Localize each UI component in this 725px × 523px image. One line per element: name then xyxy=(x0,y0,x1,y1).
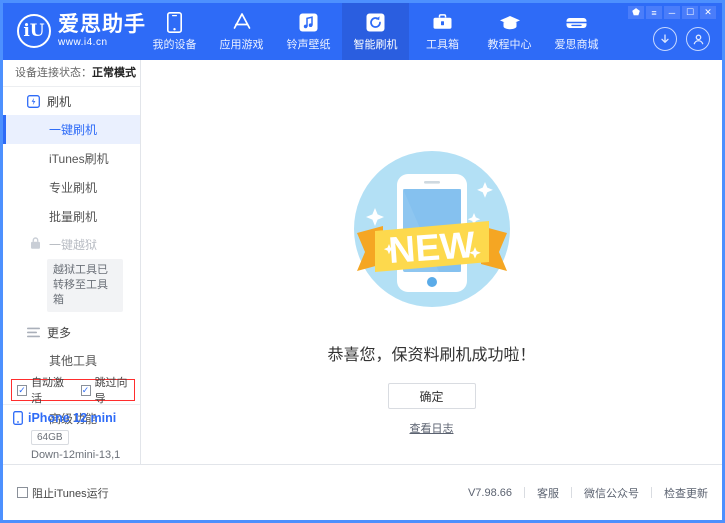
flash-icon xyxy=(27,95,40,108)
window-controls: ⬟ ≡ ─ ☐ ✕ xyxy=(628,6,716,19)
device-name-row: iPhone 12 mini xyxy=(13,411,140,425)
sidebar-item-batch-flash[interactable]: 批量刷机 xyxy=(3,202,140,231)
download-icon[interactable] xyxy=(653,27,677,51)
sidebar-item-pro-flash[interactable]: 专业刷机 xyxy=(3,173,140,202)
lock-icon xyxy=(29,236,42,253)
shop-icon xyxy=(565,11,588,33)
support-link[interactable]: 客服 xyxy=(537,485,559,501)
block-itunes-checkbox[interactable]: 阻止iTunes运行 xyxy=(17,485,109,501)
status-bar-right: V7.98.66 客服 微信公众号 检查更新 xyxy=(468,485,708,501)
check-update-link[interactable]: 检查更新 xyxy=(664,485,708,501)
refresh-icon xyxy=(366,11,385,33)
sidebar-item-other-tools[interactable]: 其他工具 xyxy=(3,346,140,375)
view-log-link[interactable]: 查看日志 xyxy=(410,420,454,436)
divider xyxy=(524,487,525,498)
nav-item-ringtones-wallpaper[interactable]: 铃声壁纸 xyxy=(275,3,342,60)
sidebar-item-label: 其他工具 xyxy=(49,352,97,369)
nav-item-apps-games[interactable]: 应用游戏 xyxy=(208,3,275,60)
ribbon-text: NEW xyxy=(387,224,476,271)
phone-icon xyxy=(167,11,182,33)
music-icon xyxy=(299,11,318,33)
device-name: iPhone 12 mini xyxy=(28,411,116,425)
minimize-button[interactable]: ─ xyxy=(664,6,680,19)
graduation-icon xyxy=(499,11,521,33)
nav-label: 爱思商城 xyxy=(555,36,599,52)
flash-options-highlight: ✓ 自动激活 ✓ 跳过向导 xyxy=(11,379,135,401)
sidebar-item-label: 专业刷机 xyxy=(49,179,97,196)
app-logo: iU 爱思助手 www.i4.cn xyxy=(17,14,146,48)
checkbox-box: ✓ xyxy=(17,385,27,396)
divider xyxy=(651,487,652,498)
version-label: V7.98.66 xyxy=(468,487,512,499)
logo-title: 爱思助手 xyxy=(58,14,146,35)
wechat-link[interactable]: 微信公众号 xyxy=(584,485,639,501)
sidebar-group-label: 更多 xyxy=(47,324,71,341)
logo-subtitle: www.i4.cn xyxy=(58,38,146,48)
checkbox-box xyxy=(17,487,28,498)
nav-label: 教程中心 xyxy=(488,36,532,52)
header-action-icons xyxy=(653,27,710,51)
app-window: iU 爱思助手 www.i4.cn 我的设备 应用游戏 xyxy=(0,0,725,523)
skip-setup-checkbox[interactable]: ✓ 跳过向导 xyxy=(81,374,135,406)
logo-text: 爱思助手 www.i4.cn xyxy=(58,14,146,48)
main-content: NEW 恭喜您，保资料刷机成功啦！ 确定 查看日志 xyxy=(141,60,722,464)
checkbox-label: 跳过向导 xyxy=(95,374,134,406)
sidebar-item-label: 批量刷机 xyxy=(49,208,97,225)
sidebar-item-one-key-flash[interactable]: 一键刷机 xyxy=(3,115,140,144)
phone-icon xyxy=(13,411,23,425)
close-button[interactable]: ✕ xyxy=(700,6,716,19)
nav-label: 铃声壁纸 xyxy=(287,36,331,52)
nav-label: 工具箱 xyxy=(426,36,459,52)
sidebar-item-jailbreak: 一键越狱 xyxy=(3,231,140,257)
status-bar-left: 阻止iTunes运行 xyxy=(17,485,109,501)
nav-item-my-device[interactable]: 我的设备 xyxy=(141,3,208,60)
app-header: iU 爱思助手 www.i4.cn 我的设备 应用游戏 xyxy=(3,3,722,60)
maximize-button[interactable]: ☐ xyxy=(682,6,698,19)
checkbox-label: 阻止iTunes运行 xyxy=(32,485,109,501)
sidebar-item-label: 一键越狱 xyxy=(49,236,97,253)
divider xyxy=(571,487,572,498)
auto-activate-checkbox[interactable]: ✓ 自动激活 xyxy=(17,374,71,406)
nav-item-tutorials[interactable]: 教程中心 xyxy=(476,3,543,60)
connected-device-panel[interactable]: iPhone 12 mini 64GB Down-12mini-13,1 xyxy=(3,404,140,464)
sidebar: 设备连接状态：正常模式 刷机 一键刷机 iTunes刷机 专业刷机 批量刷机 一… xyxy=(3,60,141,464)
main-nav: 我的设备 应用游戏 铃声壁纸 智能刷机 xyxy=(141,3,610,60)
skin-button[interactable]: ⬟ xyxy=(628,6,644,19)
list-icon xyxy=(27,327,40,338)
sidebar-item-itunes-flash[interactable]: iTunes刷机 xyxy=(3,144,140,173)
sidebar-group-label: 刷机 xyxy=(47,93,71,110)
nav-item-store[interactable]: 爱思商城 xyxy=(543,3,610,60)
confirm-button[interactable]: 确定 xyxy=(388,383,476,409)
menu-button[interactable]: ≡ xyxy=(646,6,662,19)
nav-label: 智能刷机 xyxy=(354,36,398,52)
device-status-label: 设备连接状态： xyxy=(15,67,92,79)
sidebar-item-label: iTunes刷机 xyxy=(49,150,109,167)
appstore-icon xyxy=(231,11,253,33)
success-message: 恭喜您，保资料刷机成功啦！ xyxy=(327,341,535,365)
new-phone-badge-illustration: NEW xyxy=(339,136,525,325)
account-icon[interactable] xyxy=(686,27,710,51)
sidebar-group-more[interactable]: 更多 xyxy=(3,318,140,346)
checkbox-label: 自动激活 xyxy=(31,374,70,406)
toolbox-icon xyxy=(432,11,453,33)
sidebar-group-flash[interactable]: 刷机 xyxy=(3,87,140,115)
logo-mark-icon: iU xyxy=(17,14,51,48)
nav-item-smart-flash[interactable]: 智能刷机 xyxy=(342,3,409,60)
device-capacity-badge: 64GB xyxy=(31,430,69,445)
device-connection-status: 设备连接状态：正常模式 xyxy=(3,60,140,87)
device-status-value: 正常模式 xyxy=(92,67,136,79)
sidebar-item-label: 一键刷机 xyxy=(49,121,97,138)
nav-item-toolbox[interactable]: 工具箱 xyxy=(409,3,476,60)
status-bar: 阻止iTunes运行 V7.98.66 客服 微信公众号 检查更新 xyxy=(3,464,722,520)
nav-label: 我的设备 xyxy=(153,36,197,52)
device-model: Down-12mini-13,1 xyxy=(31,449,140,461)
jailbreak-tooltip: 越狱工具已转移至工具箱 xyxy=(47,259,123,312)
checkbox-box: ✓ xyxy=(81,385,91,396)
nav-label: 应用游戏 xyxy=(220,36,264,52)
